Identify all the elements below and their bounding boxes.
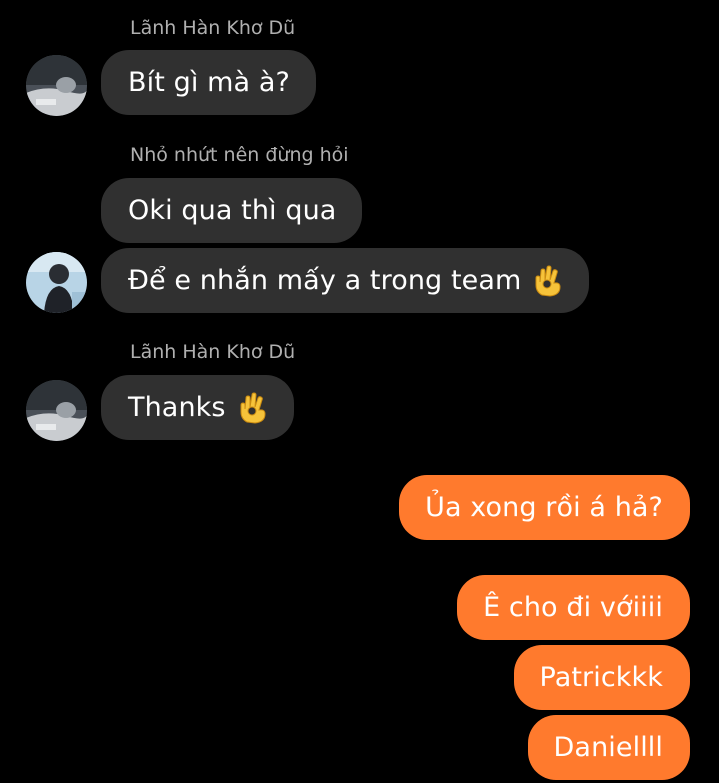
message-bubble-incoming[interactable]: Thanks	[101, 375, 294, 440]
avatar[interactable]	[26, 380, 87, 441]
sender-name: Nhỏ nhứt nên đừng hỏi	[130, 144, 349, 166]
message-text: Daniellll	[553, 732, 663, 763]
message-text: Bít gì mà à?	[128, 67, 290, 98]
avatar[interactable]	[26, 252, 87, 313]
message-text: Ê cho đi vớiiii	[483, 592, 663, 623]
message-bubble-outgoing[interactable]: Daniellll	[527, 715, 690, 780]
message-bubble-outgoing[interactable]: Ê cho đi vớiiii	[457, 575, 690, 640]
message-bubble-incoming[interactable]: Oki qua thì qua	[101, 178, 363, 243]
message-text: Oki qua thì qua	[128, 195, 337, 226]
sender-name: Lãnh Hàn Khơ Dũ	[130, 17, 296, 39]
message-bubble-incoming[interactable]: Để e nhắn mấy a trong team	[101, 248, 590, 313]
ok-hand-icon	[533, 264, 563, 297]
message-text: Thanks	[128, 392, 226, 423]
message-bubble-outgoing[interactable]: Patrickkk	[513, 645, 690, 710]
sender-name: Lãnh Hàn Khơ Dũ	[130, 341, 296, 363]
ok-hand-icon	[238, 391, 268, 424]
message-bubble-outgoing[interactable]: Ủa xong rồi á hả?	[399, 475, 690, 540]
avatar[interactable]	[26, 55, 87, 116]
message-text: Để e nhắn mấy a trong team	[128, 265, 522, 296]
message-text: Patrickkk	[539, 662, 663, 693]
message-bubble-incoming[interactable]: Bít gì mà à?	[101, 50, 316, 115]
message-text: Ủa xong rồi á hả?	[425, 492, 663, 523]
